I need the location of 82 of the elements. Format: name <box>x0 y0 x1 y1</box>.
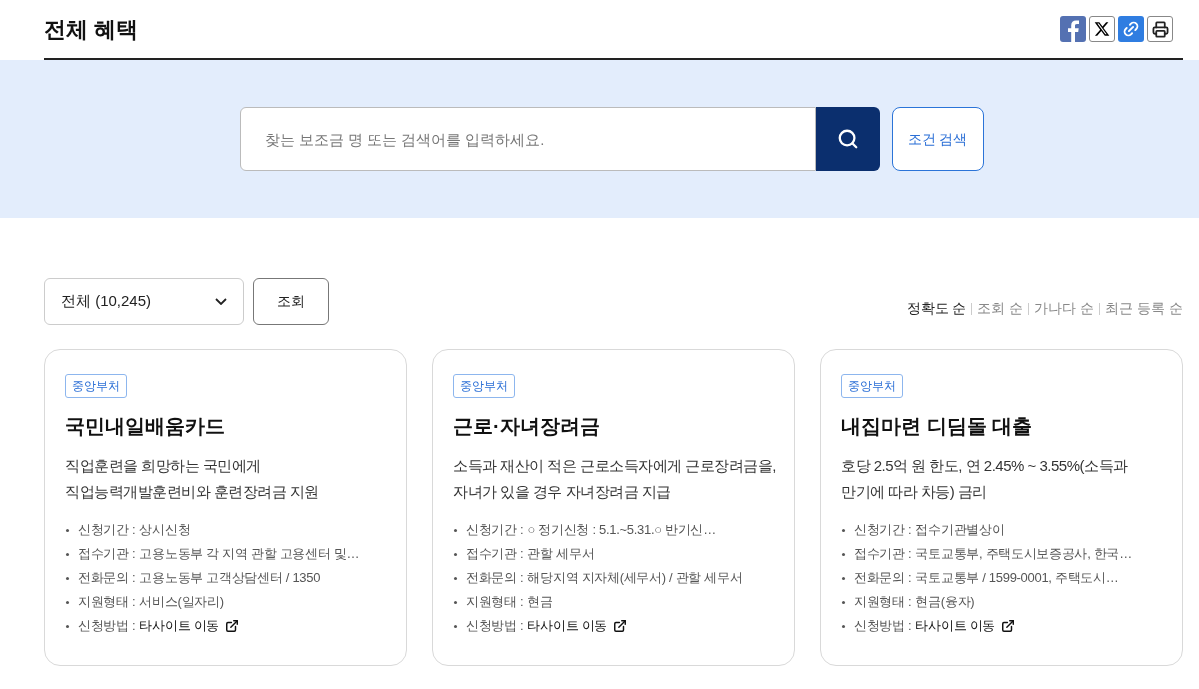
sort-option[interactable]: 조회 순 <box>977 298 1024 319</box>
sort-option[interactable]: 정확도 순 <box>906 298 967 319</box>
info-label: 접수기관 : <box>854 545 912 563</box>
category-tag: 중앙부처 <box>65 374 127 398</box>
info-label: 신청방법 : <box>466 617 524 635</box>
category-tag: 중앙부처 <box>453 374 515 398</box>
x-logo-icon <box>1094 21 1110 37</box>
external-link-icon <box>224 619 239 633</box>
bullet-icon <box>66 576 69 580</box>
info-label: 지원형태 : <box>466 593 524 611</box>
bullet-icon <box>842 624 845 628</box>
facebook-share-button[interactable] <box>1060 16 1086 42</box>
info-value: 현금(융자) <box>915 593 975 611</box>
search-field[interactable]: 찾는 보조금 명 또는 검색어를 입력하세요. <box>239 107 816 171</box>
info-label: 지원형태 : <box>78 593 136 611</box>
search-button[interactable] <box>815 107 880 171</box>
external-link-icon <box>612 619 627 633</box>
bullet-icon <box>842 576 845 580</box>
info-label: 신청방법 : <box>78 617 136 635</box>
info-value: 고용노동부 각 지역 관할 고용센터 및… <box>139 545 360 563</box>
bullet-icon <box>454 576 457 580</box>
info-label: 신청기간 : <box>854 521 912 539</box>
info-label: 접수기관 : <box>466 545 524 563</box>
benefit-card[interactable]: 중앙부처 내집마련 디딤돌 대출 호당 2.5억 원 한도, 연 2.45% ~ 3.55%(소득과 만기에 따라 차등) 금리 신청기간 : 접수기관별상이 접수기관 : 국토교통부, 주택도시보증공사, 한국… 전화문의 : 국토교통부 / 1599-0001, 주택도시… 지원형태 : 현금(융자) 신청방법 : 타사이트 이동 <box>820 349 1183 666</box>
info-value: 접수기관별상이 <box>915 521 1005 539</box>
facebook-icon <box>1066 20 1080 42</box>
benefit-card[interactable]: 중앙부처 근로·자녀장려금 소득과 재산이 적은 근로소득자에게 근로장려금을, 자녀가 있을 경우 자녀장려금 지급 신청기간 : ○ 정기신청 : 5.1.~5.31.○ 반기신… 접수기관 : 관할 세무서 전화문의 : 해당지역 지자체(세무서) / 관할 세무서 지원형태 : 현금 신청방법 : 타사이트 이동 <box>432 349 795 666</box>
info-label: 전화문의 : <box>854 569 912 587</box>
info-label: 신청기간 : <box>78 521 136 539</box>
info-label: 전화문의 : <box>78 569 136 587</box>
info-value: ○ 정기신청 : 5.1.~5.31.○ 반기신… <box>527 521 716 539</box>
bullet-icon <box>454 624 457 628</box>
info-label: 지원형태 : <box>854 593 912 611</box>
info-value: 관할 세무서 <box>527 545 595 563</box>
category-select[interactable]: 전체 (10,245) <box>44 278 244 325</box>
card-title: 근로·자녀장려금 <box>453 414 601 439</box>
card-description: 만기에 따라 차등) 금리 <box>841 482 988 502</box>
bullet-icon <box>842 528 845 532</box>
bullet-icon <box>454 552 457 556</box>
x-share-button[interactable] <box>1089 16 1115 42</box>
bullet-icon <box>66 528 69 532</box>
bullet-icon <box>454 528 457 532</box>
info-value: 고용노동부 고객상담센터 / 1350 <box>139 569 321 587</box>
card-title: 내집마련 디딤돌 대출 <box>841 414 1034 439</box>
page-title: 전체 혜택 <box>44 15 139 44</box>
external-site-link[interactable]: 타사이트 이동 <box>139 614 239 638</box>
info-value: 상시신청 <box>139 521 191 539</box>
sort-option[interactable]: 가나다 순 <box>1034 298 1095 319</box>
info-label: 신청방법 : <box>854 617 912 635</box>
benefit-card[interactable]: 중앙부처 국민내일배움카드 직업훈련을 희망하는 국민에게 직업능력개발훈련비와 훈련장려금 지원 신청기간 : 상시신청 접수기관 : 고용노동부 각 지역 관할 고용센터 및… 전화문의 : 고용노동부 고객상담센터 / 1350 지원형태 : 서비스(일자리) 신청방법 : 타사이트 이동 <box>44 349 407 666</box>
external-link-icon <box>1000 619 1015 633</box>
info-value: 서비스(일자리) <box>139 593 224 611</box>
sort-option[interactable]: 최근 등록 순 <box>1105 298 1183 319</box>
card-description: 호당 2.5억 원 한도, 연 2.45% ~ 3.55%(소득과 <box>841 456 1129 476</box>
query-button[interactable]: 조회 <box>253 278 329 325</box>
card-description: 소득과 재산이 적은 근로소득자에게 근로장려금을, <box>453 456 774 476</box>
bullet-icon <box>842 600 845 604</box>
copy-link-button[interactable] <box>1118 16 1144 42</box>
info-label: 신청기간 : <box>466 521 524 539</box>
card-description: 직업능력개발훈련비와 훈련장려금 지원 <box>65 482 320 502</box>
info-label: 접수기관 : <box>78 545 136 563</box>
bullet-icon <box>454 600 457 604</box>
info-label: 전화문의 : <box>466 569 524 587</box>
condition-search-button[interactable]: 조건 검색 <box>891 107 984 171</box>
external-site-link[interactable]: 타사이트 이동 <box>915 614 1015 638</box>
bullet-icon <box>66 600 69 604</box>
chevron-down-icon <box>215 298 227 305</box>
external-site-link[interactable]: 타사이트 이동 <box>527 614 627 638</box>
info-value: 국토교통부 / 1599-0001, 주택도시… <box>915 569 1119 587</box>
info-value: 국토교통부, 주택도시보증공사, 한국… <box>915 545 1132 563</box>
info-value: 해당지역 지자체(세무서) / 관할 세무서 <box>527 569 743 587</box>
search-icon <box>836 128 859 150</box>
printer-icon <box>1151 20 1169 38</box>
print-button[interactable] <box>1147 16 1173 42</box>
bullet-icon <box>842 552 845 556</box>
bullet-icon <box>66 552 69 556</box>
card-description: 자녀가 있을 경우 자녀장려금 지급 <box>453 482 672 502</box>
card-title: 국민내일배움카드 <box>65 414 226 439</box>
info-value: 현금 <box>527 593 553 611</box>
bullet-icon <box>66 624 69 628</box>
card-description: 직업훈련을 희망하는 국민에게 <box>65 456 262 476</box>
category-tag: 중앙부처 <box>841 374 903 398</box>
